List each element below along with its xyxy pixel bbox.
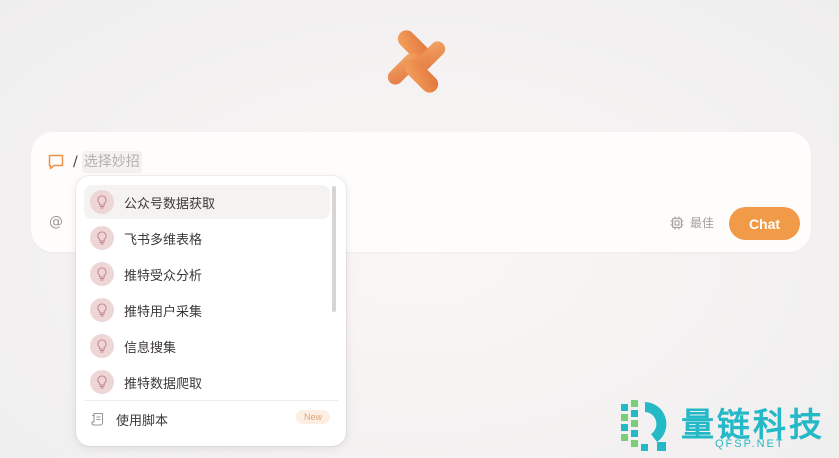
dropdown-item-label: 信息搜集 <box>124 340 177 356</box>
dropdown-item[interactable]: 公众号数据获取 <box>84 185 330 219</box>
watermark-url: QFSP.NET <box>715 438 785 450</box>
dropdown-divider <box>84 400 338 401</box>
lightbulb-icon <box>90 262 114 286</box>
dropdown-item-label: 推特用户采集 <box>124 304 203 320</box>
mention-button[interactable]: @ <box>49 214 63 230</box>
tricks-dropdown-menu: 公众号数据获取 飞书多维表格 推特受众分析 推特用户采集 信息搜集 推特数据爬取… <box>76 176 346 446</box>
lightbulb-icon <box>90 370 114 394</box>
message-icon <box>48 154 64 170</box>
dropdown-item-label: 推特受众分析 <box>124 268 203 284</box>
dropdown-item-label: 飞书多维表格 <box>124 232 203 248</box>
dropdown-item-label: 推特数据爬取 <box>124 376 203 392</box>
dropdown-item[interactable]: 推特受众分析 <box>84 257 330 291</box>
chip-icon <box>670 216 684 229</box>
dropdown-scrollbar[interactable] <box>332 186 336 312</box>
composer-input[interactable]: / 选择妙招 <box>47 150 142 174</box>
app-logo <box>387 30 446 93</box>
page: / 选择妙招 @ 最佳 Chat 公众号数据获取 飞书多维表格 推特受众分析 推… <box>0 0 839 458</box>
dropdown-item[interactable]: 信息搜集 <box>84 329 330 363</box>
use-script-label: 使用脚本 <box>116 413 169 429</box>
dropdown-item[interactable]: 飞书多维表格 <box>84 221 330 255</box>
dropdown-item[interactable]: 推特用户采集 <box>84 293 330 327</box>
new-badge: New <box>295 410 330 424</box>
lightbulb-icon <box>90 298 114 322</box>
dropdown-item-label: 公众号数据获取 <box>124 196 216 212</box>
dropdown-item[interactable]: 推特数据爬取 <box>84 365 330 399</box>
chat-send-button[interactable]: Chat <box>729 207 800 240</box>
lightbulb-icon <box>90 334 114 358</box>
slash-command-prefix: / <box>73 154 78 170</box>
lightbulb-icon <box>90 226 114 250</box>
command-chip[interactable]: 选择妙招 <box>81 151 142 173</box>
use-script-item[interactable]: 使用脚本 New <box>90 408 330 430</box>
scroll-script-icon <box>91 412 104 426</box>
lightbulb-icon <box>90 190 114 214</box>
model-label: 最佳 <box>690 216 715 230</box>
model-selector[interactable]: 最佳 <box>669 214 714 231</box>
watermark: 量链科技 QFSP.NET <box>617 396 839 458</box>
watermark-logo <box>621 400 667 451</box>
